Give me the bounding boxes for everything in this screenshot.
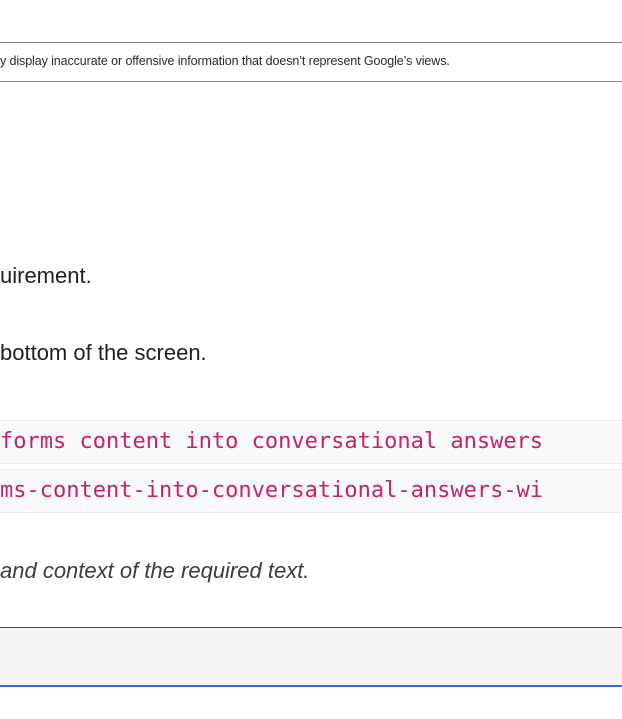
response-text-line: uirement. bbox=[0, 263, 92, 288]
response-text-line: bottom of the screen. bbox=[0, 340, 207, 365]
code-block-row: ms-content-into-conversational-answers-w… bbox=[0, 469, 622, 513]
italic-note: and context of the required text. bbox=[0, 558, 310, 583]
code-block-row: forms content into conversational answer… bbox=[0, 420, 622, 464]
bottom-strip bbox=[0, 689, 622, 719]
disclaimer-banner: y display inaccurate or offensive inform… bbox=[0, 42, 622, 82]
code-text: ms-content-into-conversational-answers-w… bbox=[0, 478, 544, 503]
code-text: forms content into conversational answer… bbox=[0, 429, 544, 454]
prompt-input-area[interactable] bbox=[0, 627, 622, 687]
disclaimer-text: y display inaccurate or offensive inform… bbox=[0, 54, 450, 68]
